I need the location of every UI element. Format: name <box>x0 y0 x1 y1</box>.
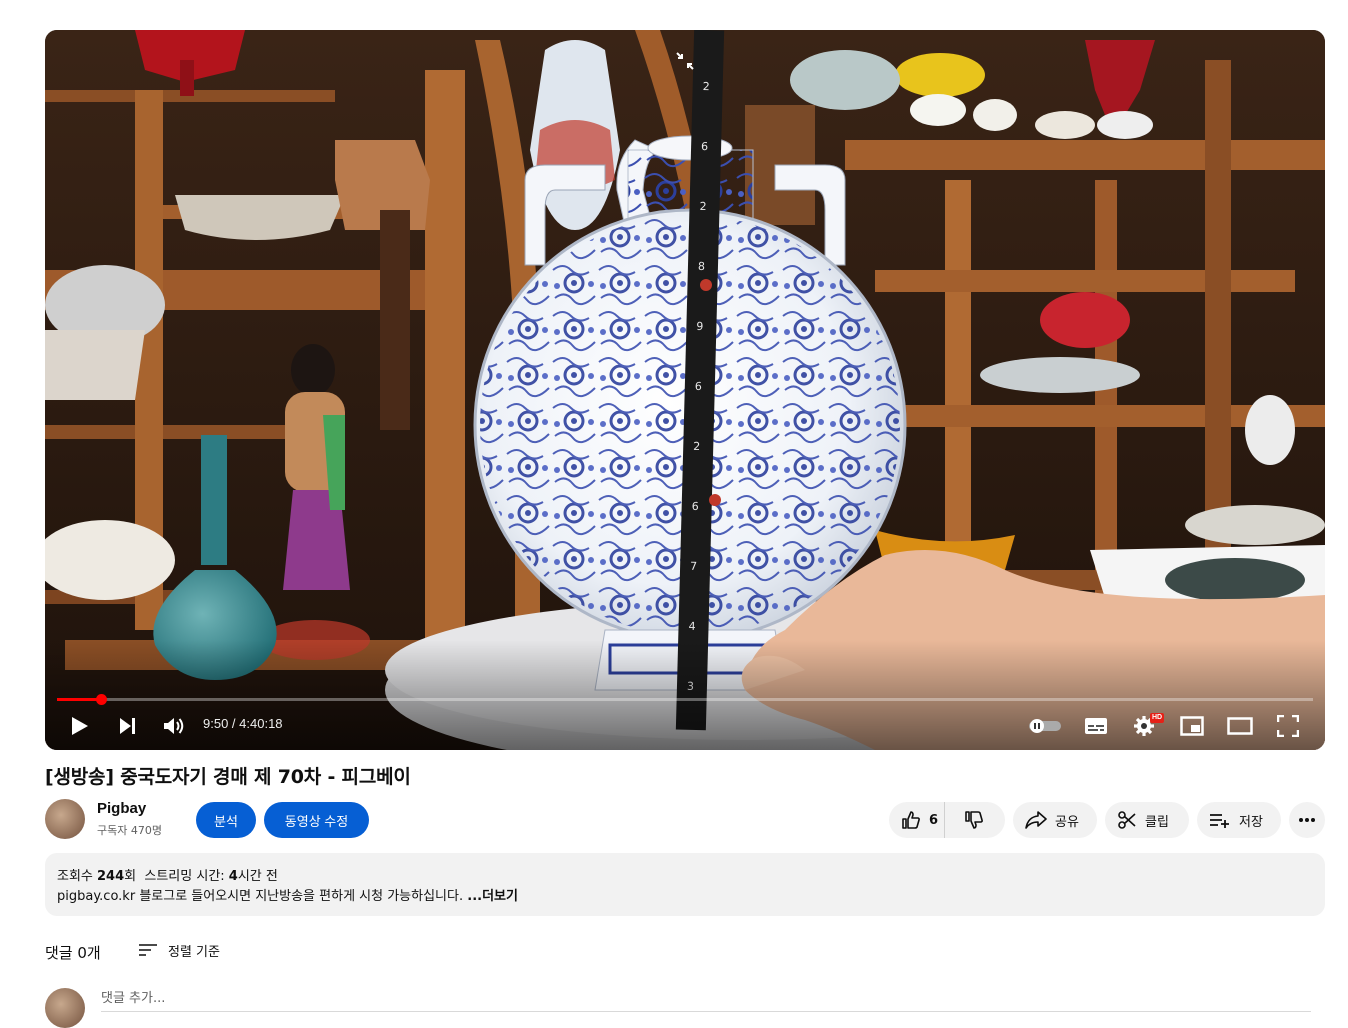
description-box[interactable]: 조회수 244회 스트리밍 시간: 4시간 전 pigbay.co.kr 블로그… <box>45 853 1325 916</box>
miniplayer-icon <box>1180 716 1204 736</box>
save-button[interactable]: 저장 <box>1197 802 1281 838</box>
video-player[interactable]: 262 896 267 43 9:50 / 4:40:18 HD <box>45 30 1325 750</box>
theater-mode-icon <box>1227 717 1253 735</box>
description-meta: 조회수 244회 스트리밍 시간: 4시간 전 <box>57 865 278 884</box>
views-value: 244 <box>97 869 125 884</box>
user-avatar <box>45 988 85 1028</box>
play-button[interactable] <box>65 708 95 744</box>
description-body: pigbay.co.kr 블로그로 들어오시면 지난방송을 편하게 시청 가능하… <box>57 889 468 904</box>
progress-bar[interactable] <box>57 694 1313 705</box>
more-horizontal-icon <box>1299 818 1315 822</box>
more-actions-button[interactable] <box>1289 802 1325 838</box>
stream-suffix: 시간 전 <box>237 869 278 884</box>
svg-text:7: 7 <box>690 560 697 573</box>
like-count: 6 <box>929 812 939 828</box>
mute-button[interactable] <box>159 708 189 744</box>
svg-text:2: 2 <box>693 440 700 453</box>
time-display: 9:50 / 4:40:18 <box>203 716 283 731</box>
fullscreen-icon <box>1277 715 1299 737</box>
miniplayer-button[interactable] <box>1177 708 1207 744</box>
save-to-playlist-icon <box>1210 814 1229 828</box>
duration: 4:40:18 <box>239 716 283 731</box>
theater-mode-button[interactable] <box>1225 708 1255 744</box>
svg-text:8: 8 <box>698 260 705 273</box>
volume-icon <box>164 718 184 734</box>
comment-input[interactable] <box>101 985 1311 1012</box>
play-icon <box>72 717 88 735</box>
svg-text:2: 2 <box>699 200 706 213</box>
autoplay-toggle-icon <box>1029 719 1061 733</box>
edit-video-button[interactable]: 동영상 수정 <box>264 802 369 838</box>
share-icon <box>1025 811 1047 829</box>
scissors-icon <box>1118 811 1136 829</box>
subtitles-button[interactable] <box>1081 708 1111 744</box>
svg-text:6: 6 <box>695 380 702 393</box>
svg-text:2: 2 <box>703 80 710 93</box>
channel-avatar[interactable] <box>45 799 85 839</box>
video-title: [생방송] 중국도자기 경매 제 70차 - 피그베이 <box>45 766 411 788</box>
collapse-icon <box>676 52 694 70</box>
autoplay-toggle[interactable] <box>1027 708 1063 744</box>
analytics-button[interactable]: 분석 <box>196 802 256 838</box>
svg-text:6: 6 <box>701 140 708 153</box>
like-dislike-group: 6 <box>889 802 1005 838</box>
next-button[interactable] <box>113 708 143 744</box>
next-icon <box>120 718 135 734</box>
fullscreen-button[interactable] <box>1273 708 1303 744</box>
channel-name[interactable]: Pigbay <box>97 800 146 817</box>
share-label: 공유 <box>1055 814 1079 830</box>
like-button[interactable]: 6 <box>889 802 945 838</box>
sort-icon <box>139 944 157 956</box>
collapse-button[interactable] <box>672 48 698 74</box>
time-separator: / <box>228 716 240 731</box>
svg-text:4: 4 <box>688 620 695 633</box>
hd-badge: HD <box>1150 713 1165 723</box>
clip-button[interactable]: 클립 <box>1105 802 1189 838</box>
thumbs-up-icon <box>902 811 920 829</box>
views-suffix: 회 스트리밍 시간: <box>124 869 229 884</box>
svg-text:9: 9 <box>696 320 703 333</box>
sort-label: 정렬 기준 <box>168 944 220 960</box>
stream-hours: 4 <box>228 869 238 884</box>
clip-label: 클립 <box>1145 814 1169 830</box>
comment-count: 댓글 0개 <box>45 944 101 962</box>
subtitles-icon <box>1085 718 1107 734</box>
current-time: 9:50 <box>203 716 229 731</box>
views-label: 조회수 <box>57 869 98 884</box>
progress-played <box>57 698 101 701</box>
thumbs-down-icon <box>965 811 983 829</box>
sort-comments-button[interactable]: 정렬 기준 <box>138 938 220 962</box>
dislike-button[interactable] <box>945 802 1003 838</box>
progress-scrubber[interactable] <box>95 694 107 705</box>
svg-text:6: 6 <box>692 500 699 513</box>
show-more-link[interactable]: ...더보기 <box>467 889 518 904</box>
save-label: 저장 <box>1239 814 1263 830</box>
subscriber-count: 구독자 470명 <box>97 824 162 837</box>
description-text: pigbay.co.kr 블로그로 들어오시면 지난방송을 편하게 시청 가능하… <box>57 885 518 904</box>
share-button[interactable]: 공유 <box>1013 802 1097 838</box>
